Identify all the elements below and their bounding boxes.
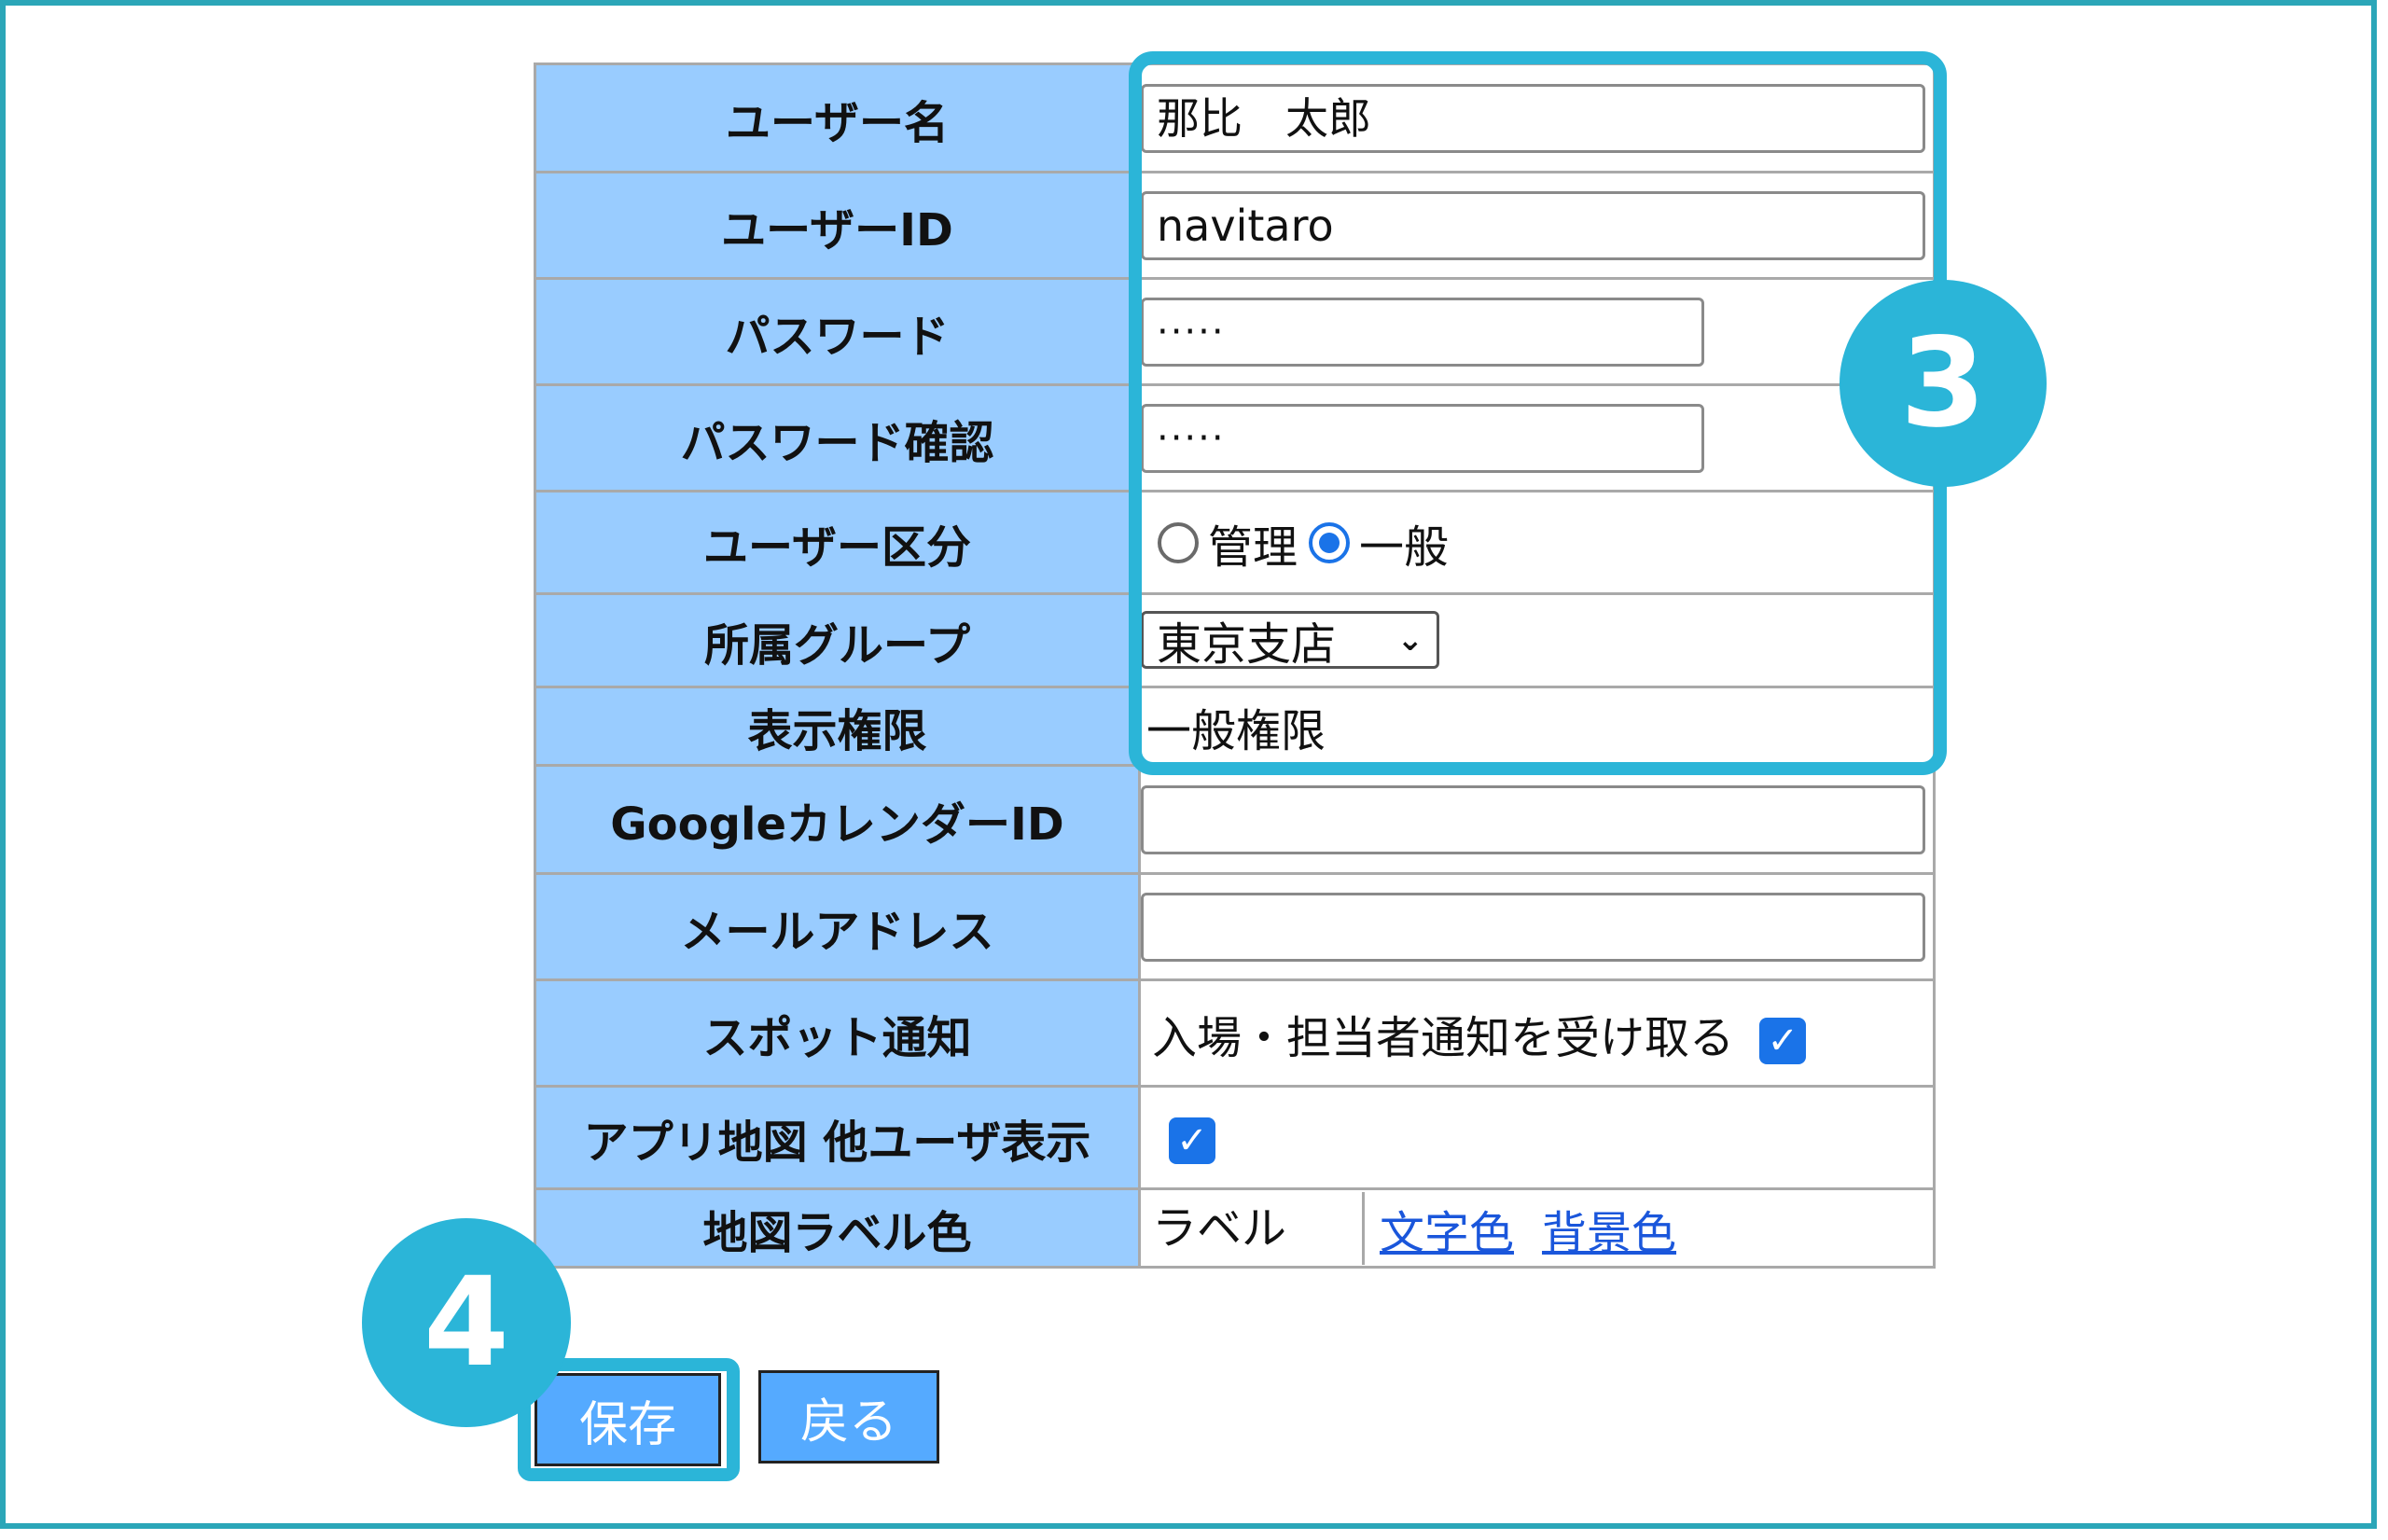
back-button[interactable]: 戻る <box>758 1370 939 1464</box>
map-label-color-label: 地図ラベル色 <box>534 1187 1141 1269</box>
background-color-link[interactable]: 背景色 <box>1542 1207 1676 1259</box>
row-map-label-color: 地図ラベル色 ラベル 文字色 背景色 <box>534 1187 1936 1269</box>
step4-badge: 4 <box>362 1218 571 1427</box>
map-label-color-cell: ラベル 文字色 背景色 <box>1141 1191 1933 1265</box>
view-permission-label: 表示権限 <box>534 686 1141 767</box>
row-email: メールアドレス <box>534 872 1936 981</box>
password-confirm-label: パスワード確認 <box>534 383 1141 493</box>
google-calendar-label: GoogleカレンダーID <box>534 764 1141 875</box>
userid-label: ユーザーID <box>534 171 1141 280</box>
password-label: パスワード <box>534 277 1141 386</box>
email-input[interactable] <box>1141 892 1925 962</box>
user-type-label: ユーザー区分 <box>534 490 1141 595</box>
spot-notify-checkbox[interactable]: ✓ <box>1759 1017 1807 1064</box>
row-google-calendar: GoogleカレンダーID <box>534 764 1936 875</box>
spot-notify-checkbox-label: 入場・担当者通知を受け取る <box>1152 1011 1735 1064</box>
username-label: ユーザー名 <box>534 62 1141 173</box>
row-spot-notify: スポット通知 入場・担当者通知を受け取る ✓ <box>534 978 1936 1088</box>
spot-notify-label: スポット通知 <box>534 978 1141 1088</box>
step3-badge: 3 <box>1840 280 2047 487</box>
app-map-label: アプリ地図 他ユーザ表示 <box>534 1085 1141 1190</box>
text-color-link[interactable]: 文字色 <box>1380 1207 1514 1259</box>
step3-highlight-box <box>1129 51 1947 775</box>
map-label-sample: ラベル <box>1141 1191 1365 1265</box>
email-label: メールアドレス <box>534 872 1141 981</box>
group-label: 所属グループ <box>534 592 1141 688</box>
row-app-map: アプリ地図 他ユーザ表示 ✓ <box>534 1085 1936 1190</box>
google-calendar-input[interactable] <box>1141 784 1925 854</box>
app-map-checkbox[interactable]: ✓ <box>1169 1117 1215 1164</box>
